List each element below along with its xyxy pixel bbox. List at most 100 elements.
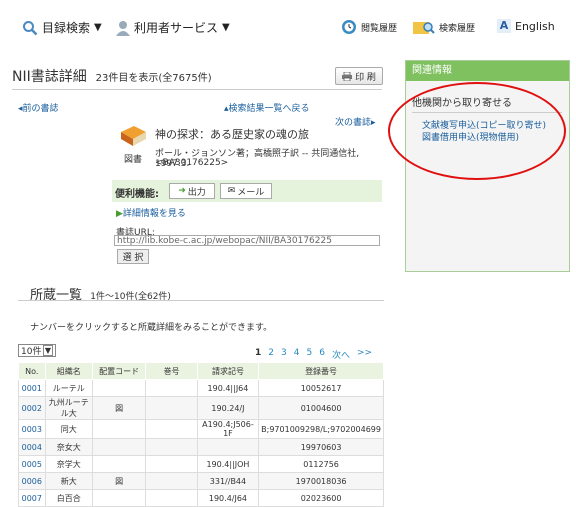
table-cell: 図 — [91, 396, 147, 420]
search-icon — [23, 20, 38, 35]
english-a-icon: A — [497, 19, 511, 33]
view-history-link[interactable]: 閲覧履歴 — [341, 19, 397, 35]
utility-label: 便利機能: — [115, 189, 159, 200]
dropdown-arrow-icon: ▼ — [94, 22, 102, 33]
table-cell — [145, 438, 198, 456]
holdings-table: No. 組織名 配置コード 巻号 請求記号 登録番号 0001 ルーテル 190.4||J64… — [18, 362, 384, 507]
holding-number-link[interactable]: 0007 — [18, 489, 46, 507]
table-cell: 10052617 — [258, 379, 384, 397]
dropdown-arrow-icon: ▼ — [222, 22, 230, 33]
book-icon: 図書 — [118, 126, 148, 165]
holding-number-link[interactable]: 0006 — [18, 472, 46, 490]
column-header: 組織名 — [44, 362, 93, 380]
table-row: 0006 新大図 331//B44 1970018036 — [18, 472, 384, 490]
table-cell: 190.4||J64 — [196, 379, 260, 397]
column-header: 巻号 — [145, 362, 198, 380]
column-header: 請求記号 — [196, 362, 260, 380]
column-header: 登録番号 — [258, 362, 384, 380]
table-cell — [91, 419, 147, 439]
holding-number-link[interactable]: 0003 — [18, 419, 46, 439]
table-cell: 奈女大 — [44, 438, 93, 456]
holding-number-link[interactable]: 0004 — [18, 438, 46, 456]
holding-number-link[interactable]: 0001 — [18, 379, 46, 397]
table-cell: 図 — [91, 472, 147, 490]
output-arrow-icon: ➜ — [178, 186, 186, 196]
english-link[interactable]: A English — [497, 19, 555, 33]
table-cell: 新大 — [44, 472, 93, 490]
folder-search-icon — [413, 22, 435, 34]
table-row: 0005 奈学大 190.4||JOH 0112756 — [18, 455, 384, 473]
book-title: 神の探求：ある歴史家の魂の旅 — [155, 128, 309, 141]
table-cell: 1970018036 — [258, 472, 384, 490]
table-cell: 九州ルーテル大 — [44, 396, 93, 420]
next-record-link[interactable]: 次の書誌▸ — [335, 115, 376, 128]
table-cell: 190.4/J64 — [196, 489, 260, 507]
table-cell: 奈学大 — [44, 455, 93, 473]
page-link[interactable]: 5 — [306, 348, 312, 361]
table-cell: 白百合 — [44, 489, 93, 507]
prev-record-link[interactable]: ◂前の書誌 — [18, 101, 59, 114]
table-row: 0002 九州ルーテル大図 190.24/J 01004600 — [18, 396, 384, 420]
divider — [18, 300, 384, 301]
table-cell: 02023600 — [258, 489, 384, 507]
table-row: 0003 同大 A190.4;J506-1F B;9701009298/L;97020… — [18, 419, 384, 439]
table-cell — [91, 489, 147, 507]
mail-icon: ✉ — [227, 186, 236, 196]
table-cell — [145, 419, 198, 439]
table-cell — [91, 379, 147, 397]
page-link[interactable]: 3 — [281, 348, 287, 361]
table-cell: 19970603 — [258, 438, 384, 456]
chevron-down-icon: ▼ — [42, 345, 53, 356]
table-cell: 190.4||JOH — [196, 455, 260, 473]
detail-info-link[interactable]: ▶詳細情報を見る — [116, 206, 186, 219]
table-cell — [145, 489, 198, 507]
page-current: 1 — [255, 348, 262, 358]
mail-button[interactable]: ✉ メール — [220, 183, 272, 199]
table-cell: 同大 — [44, 419, 93, 439]
pagination: 1 2 3 4 5 6 次へ >> — [255, 348, 372, 361]
per-page-select[interactable]: 10件 ▼ — [18, 344, 56, 357]
bib-url-field[interactable]: http://lib.kobe-c.ac.jp/webopac/NII/BA30… — [114, 235, 380, 246]
page-link[interactable]: 2 — [268, 348, 274, 361]
page-link[interactable]: 4 — [294, 348, 300, 361]
printer-icon — [342, 71, 353, 81]
divider — [12, 89, 382, 90]
page-title: NII書誌詳細 23件目を表示(全7675件) — [12, 69, 212, 85]
table-cell — [145, 396, 198, 420]
table-cell — [145, 379, 198, 397]
table-cell — [145, 472, 198, 490]
panel-header: 関連情報 — [406, 61, 569, 81]
table-cell: 331//B44 — [196, 472, 260, 490]
table-cell: B;9701009298/L;9702004699 — [258, 419, 384, 439]
search-history-link[interactable]: 検索履歴 — [413, 19, 475, 35]
table-cell: 01004600 — [258, 396, 384, 420]
table-cell: 0112756 — [258, 455, 384, 473]
table-cell — [145, 455, 198, 473]
select-button[interactable]: 選 択 — [117, 249, 149, 264]
table-cell: A190.4;J506-1F — [196, 419, 260, 439]
red-annotation-circle — [388, 82, 566, 180]
table-cell: 190.24/J — [196, 396, 260, 420]
holding-number-link[interactable]: 0002 — [18, 396, 46, 420]
table-row: 0004 奈女大 19970603 — [18, 438, 384, 456]
utility-bar: 便利機能: ➜ 出力 ✉ メール — [112, 180, 382, 202]
table-row: 0007 白百合 190.4/J64 02023600 — [18, 489, 384, 507]
page-link[interactable]: 6 — [319, 348, 325, 361]
page-link[interactable]: >> — [357, 348, 372, 361]
print-button[interactable]: 印 刷 — [335, 67, 383, 85]
holdings-hint: ナンバーをクリックすると所蔵詳細をみることができます。 — [30, 323, 273, 333]
material-type-label: 図書 — [123, 155, 142, 165]
page-link[interactable]: 次へ — [332, 348, 350, 361]
back-to-results-link[interactable]: ▴検索結果一覧へ戻る — [224, 101, 310, 114]
output-button[interactable]: ➜ 出力 — [169, 183, 215, 199]
user-service-menu[interactable]: 利用者サービス ▼ — [116, 19, 230, 36]
table-cell: ルーテル — [44, 379, 93, 397]
column-header: No. — [18, 362, 46, 380]
clock-icon — [342, 20, 356, 34]
top-navigation: 目録検索 ▼ 利用者サービス ▼ 閲覧履歴 検索履歴 A English — [0, 0, 576, 50]
table-cell — [91, 455, 147, 473]
table-cell — [196, 438, 260, 456]
holding-number-link[interactable]: 0005 — [18, 455, 46, 473]
catalog-search-menu[interactable]: 目録検索 ▼ — [22, 19, 102, 36]
book-id: <BA30176225> — [155, 158, 229, 168]
